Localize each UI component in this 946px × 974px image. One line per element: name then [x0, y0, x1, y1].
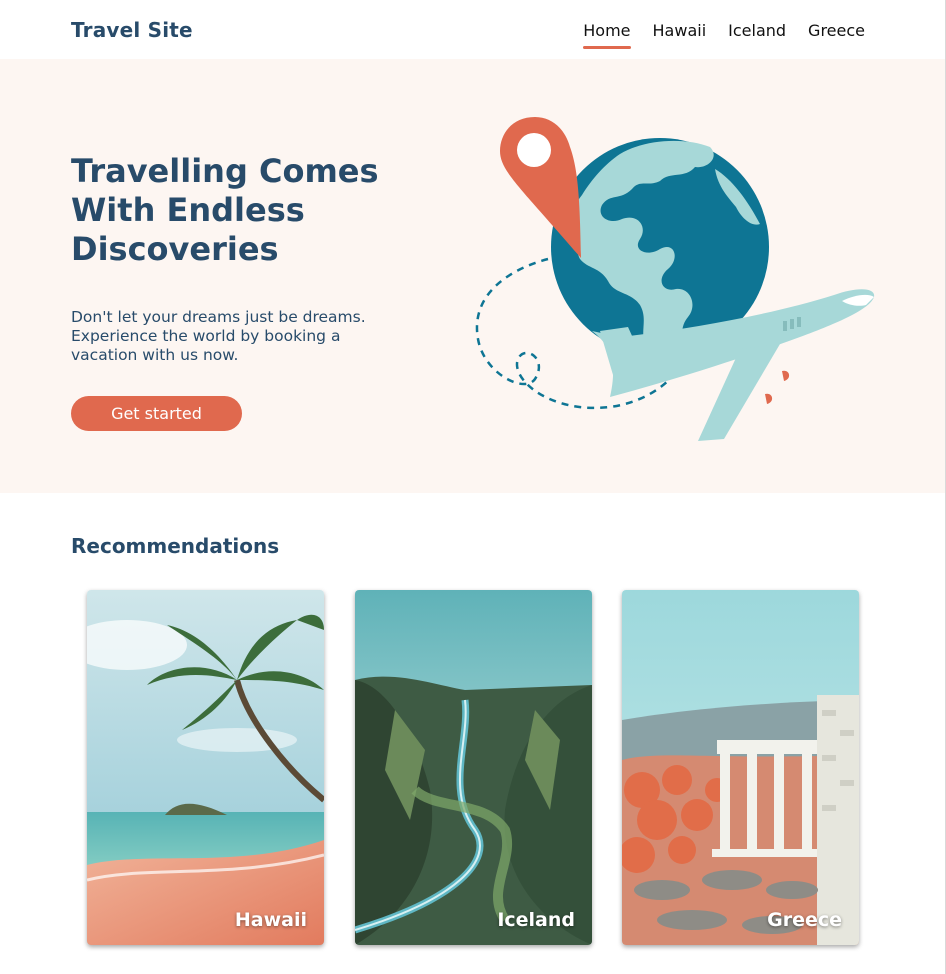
page: Travel Site Home Hawaii Iceland Greece T…	[0, 0, 946, 974]
hero-illustration	[475, 117, 875, 441]
nav-iceland[interactable]: Iceland	[728, 21, 786, 48]
site-header: Travel Site Home Hawaii Iceland Greece	[0, 0, 945, 59]
iceland-photo	[355, 590, 592, 945]
destination-card-hawaii[interactable]: Hawaii	[87, 590, 324, 945]
greece-photo	[622, 590, 859, 945]
hero-section: Travelling Comes With Endless Discoverie…	[0, 59, 945, 493]
location-pin-icon	[500, 117, 581, 258]
card-label-iceland: Iceland	[497, 909, 575, 931]
destination-card-greece[interactable]: Greece	[622, 590, 859, 945]
hawaii-photo	[87, 590, 324, 945]
get-started-button[interactable]: Get started	[71, 396, 242, 431]
hero-subtitle-line: Experience the world by booking a	[71, 327, 341, 345]
hero-subtitle-line: Don't let your dreams just be dreams.	[71, 308, 366, 326]
main-nav: Home Hawaii Iceland Greece	[583, 21, 865, 49]
card-label-greece: Greece	[767, 909, 842, 931]
recommendations-title: Recommendations	[71, 534, 280, 558]
hero-subtitle: Don't let your dreams just be dreams. Ex…	[71, 308, 401, 365]
site-logo[interactable]: Travel Site	[71, 18, 193, 42]
hero-subtitle-line: vacation with us now.	[71, 346, 239, 364]
hero-title-line: Discoveries	[71, 230, 279, 268]
hero-title: Travelling Comes With Endless Discoverie…	[71, 152, 431, 269]
card-label-hawaii: Hawaii	[234, 909, 307, 931]
nav-greece[interactable]: Greece	[808, 21, 865, 48]
hero-title-line: Travelling Comes	[71, 152, 379, 190]
destination-card-iceland[interactable]: Iceland	[355, 590, 592, 945]
nav-home[interactable]: Home	[583, 21, 631, 49]
hero-title-line: With Endless	[71, 191, 305, 229]
nav-hawaii[interactable]: Hawaii	[653, 21, 707, 48]
